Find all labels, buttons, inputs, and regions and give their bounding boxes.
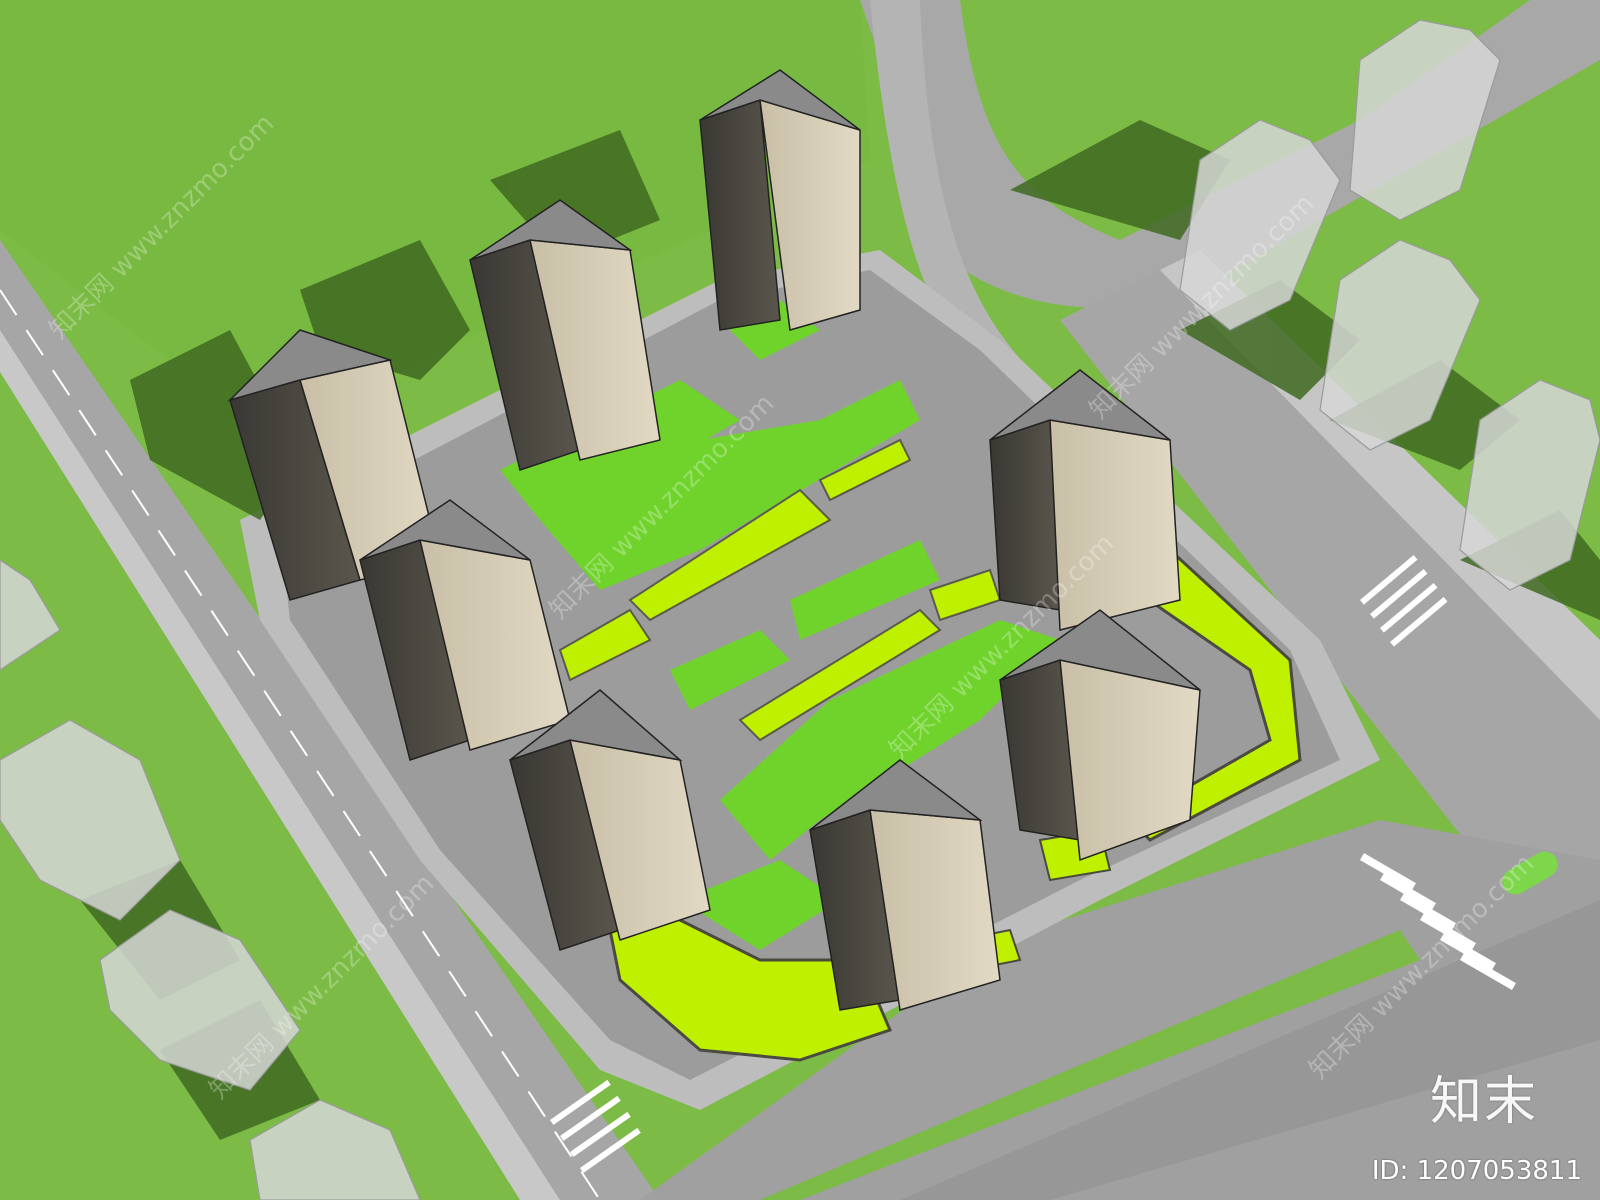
image-id-label: ID: 1207053811 — [1371, 1156, 1582, 1186]
brand-watermark: 知末 — [1429, 1072, 1538, 1132]
site-plan-render: 知末网 www.znzmo.com 知末网 www.znzmo.com 知末网 … — [0, 0, 1600, 1200]
